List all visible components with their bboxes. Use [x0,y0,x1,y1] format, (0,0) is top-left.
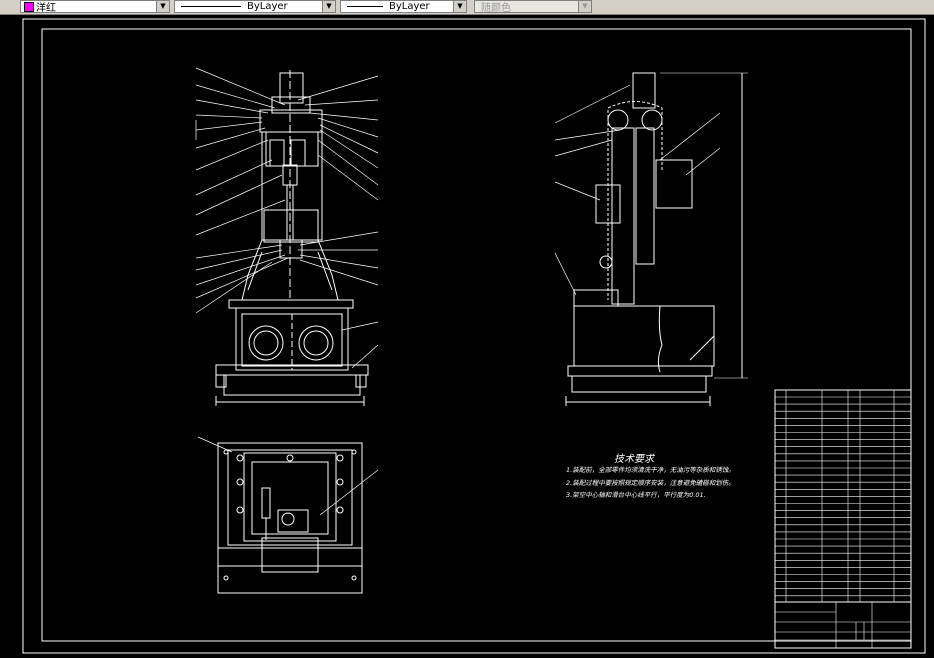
tech-req-line-2: 2.装配过程中要按照规定顺序安装，注意避免磕碰和划伤。 [566,479,735,487]
lineweight-dropdown[interactable]: ByLayer ▼ [340,0,467,13]
color-dropdown[interactable]: 洋红 ▼ [20,0,170,14]
cad-drawing: 技术要求 1.装配前，全部零件均须清洗干净，无油污等杂质和锈蚀。 2.装配过程中… [22,18,926,654]
chevron-down-icon[interactable]: ▼ [322,1,335,12]
plotstyle-label: 随颜色 [481,3,511,14]
chevron-down-icon: ▼ [578,1,591,12]
front-view [195,67,379,406]
chevron-down-icon[interactable]: ▼ [156,1,169,12]
color-label: 洋红 [36,3,56,14]
lineweight-label: ByLayer [389,1,430,12]
drawing-canvas[interactable]: 技术要求 1.装配前，全部零件均须清洗干净，无油污等杂质和锈蚀。 2.装配过程中… [0,14,934,655]
parts-list-table [774,389,912,603]
tech-req-line-1: 1.装配前，全部零件均须清洗干净，无油污等杂质和锈蚀。 [566,466,735,474]
sheet-border-outer [22,18,926,654]
chevron-down-icon[interactable]: ▼ [453,1,466,12]
technical-requirements: 技术要求 1.装配前，全部零件均须清洗干净，无油污等杂质和锈蚀。 2.装配过程中… [566,453,735,499]
linetype-dropdown[interactable]: ByLayer ▼ [174,0,336,13]
tech-req-line-3: 3.架空中心轴和滑台中心线平行，平行度为0.01. [566,491,706,499]
color-swatch-icon [24,1,34,12]
side-view [554,72,748,406]
linetype-preview-icon [181,6,241,7]
sheet-border-inner [41,28,912,642]
lineweight-preview-icon [347,6,383,7]
linetype-label: ByLayer [247,1,288,12]
plotstyle-dropdown: 随颜色 ▼ [474,0,592,14]
tech-req-title: 技术要求 [614,453,656,465]
properties-toolbar: 洋红 ▼ ByLayer ▼ ByLayer ▼ 随颜色 ▼ [0,0,934,15]
top-view [197,436,379,594]
